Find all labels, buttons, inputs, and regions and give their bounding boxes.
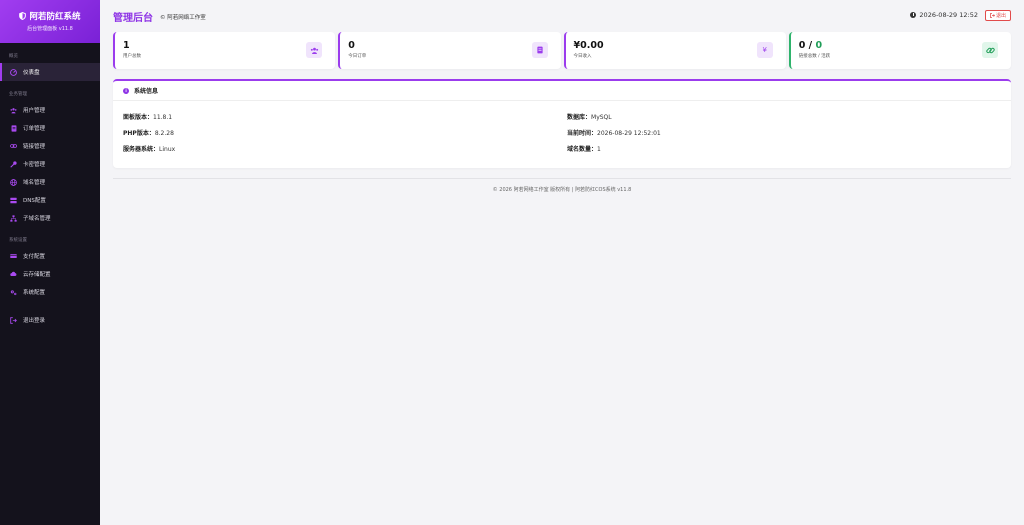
- sidebar-item-subdomains[interactable]: 子域名管理: [0, 209, 100, 227]
- cogs-icon: [10, 289, 17, 296]
- sidebar-item-dns[interactable]: DNS配置: [0, 191, 100, 209]
- page-title: 管理后台: [113, 12, 153, 24]
- users-icon: [10, 107, 17, 114]
- footer: © 2026 阿若网络工作室 版权所有 | 阿若防红COS系统 v11.8: [492, 187, 632, 193]
- receipt-icon: [531, 42, 548, 58]
- logout-label: 退出: [995, 13, 1006, 19]
- sign-out-icon: [990, 13, 995, 18]
- stat-label: 今日订单: [348, 54, 367, 59]
- sidebar-item-label: 订单管理: [23, 126, 46, 132]
- sidebar-item-label: 域名管理: [23, 180, 46, 186]
- header-copyright: © 阿若网络工作室: [160, 15, 206, 21]
- server-icon: [10, 197, 17, 204]
- sidebar-item-label: 卡密管理: [23, 162, 46, 168]
- stat-card-orders: 0 今日订单: [338, 32, 561, 69]
- panel-title: 系统信息: [134, 88, 159, 95]
- users-icon: [306, 42, 323, 58]
- clock-icon: [910, 12, 917, 18]
- system-info-panel: i 系统信息 面板版本：11.8.1 PHP版本：8.2.28 服务器系统：Li…: [113, 79, 1011, 168]
- stat-card-income: ¥0.00 今日收入 ¥: [563, 32, 786, 69]
- panel-header: i 系统信息: [113, 81, 1011, 101]
- info-panel-version: 面板版本：11.8.1: [123, 114, 173, 121]
- yen-icon: ¥: [756, 42, 773, 58]
- sidebar-item-label: 退出登录: [23, 318, 46, 324]
- sidebar-item-label: DNS配置: [23, 198, 46, 204]
- sidebar-item-label: 仪表盘: [23, 70, 40, 76]
- sitemap-icon: [10, 214, 17, 222]
- sidebar-item-system-config[interactable]: 系统配置: [0, 283, 100, 301]
- stat-label: 用户总数: [123, 54, 141, 59]
- info-icon: i: [123, 87, 129, 94]
- sidebar-item-orders[interactable]: 订单管理: [0, 119, 100, 137]
- brand-subtitle: 后台管理面板 v11.8: [27, 26, 73, 32]
- sidebar-item-label: 用户管理: [23, 108, 46, 114]
- dashboard-icon: [10, 68, 17, 76]
- orders-icon: [10, 124, 17, 132]
- sidebar-item-links[interactable]: 链接管理: [0, 137, 100, 155]
- sidebar-item-label: 支付配置: [23, 254, 46, 260]
- stat-value: 1: [123, 40, 130, 51]
- link-icon: [10, 143, 17, 150]
- sidebar-item-label: 链接管理: [23, 144, 46, 150]
- payment-icon: [10, 253, 17, 260]
- sidebar-item-domains[interactable]: 域名管理: [0, 173, 100, 191]
- sidebar-item-dashboard[interactable]: 仪表盘: [0, 63, 100, 81]
- info-php-version: PHP版本：8.2.28: [123, 130, 174, 137]
- info-current-time: 当前时间：2026-08-29 12:52:01: [567, 130, 661, 137]
- info-domain-count: 域名数量：1: [567, 146, 601, 153]
- logout-button[interactable]: 退出: [985, 10, 1011, 21]
- stat-card-users: 1 用户总数: [113, 32, 336, 69]
- brand-header: 阿若防红系统 后台管理面板 v11.8: [0, 0, 100, 43]
- sidebar: 阿若防红系统 后台管理面板 v11.8 概览 仪表盘 业务管理 用户管理 订单管…: [0, 0, 100, 525]
- nav-section-overview: 概览: [9, 54, 18, 59]
- sidebar-item-logout[interactable]: 退出登录: [0, 311, 100, 329]
- sidebar-item-label: 子域名管理: [23, 216, 51, 222]
- footer-divider: [113, 178, 1011, 179]
- sidebar-item-users[interactable]: 用户管理: [0, 101, 100, 119]
- globe-icon: [10, 178, 17, 186]
- stat-card-links: 0 / 0 链接总数 / 活跃: [788, 32, 1011, 69]
- stat-label: 链接总数 / 活跃: [798, 54, 831, 59]
- nav-section-settings: 系统设置: [9, 238, 27, 243]
- key-icon: [10, 160, 17, 168]
- stat-label: 今日收入: [573, 54, 592, 59]
- sidebar-item-cloud-storage[interactable]: 云存储配置: [0, 265, 100, 283]
- stat-value: 0 / 0: [798, 40, 823, 51]
- sign-out-icon: [10, 316, 17, 324]
- brand-title: 阿若防红系统: [29, 12, 81, 22]
- stat-value: ¥0.00: [573, 40, 604, 51]
- sidebar-item-cards[interactable]: 卡密管理: [0, 155, 100, 173]
- sidebar-item-label: 系统配置: [23, 290, 46, 296]
- topbar: 管理后台 © 阿若网络工作室 2026-08-29 12:52 退出: [100, 0, 1024, 32]
- sidebar-item-payment[interactable]: 支付配置: [0, 247, 100, 265]
- clock: 2026-08-29 12:52: [910, 11, 978, 19]
- shield-icon: [19, 12, 27, 20]
- current-datetime: 2026-08-29 12:52: [919, 11, 978, 19]
- info-database: 数据库：MySQL: [567, 114, 612, 121]
- info-server-os: 服务器系统：Linux: [123, 146, 176, 153]
- sidebar-item-label: 云存储配置: [23, 272, 51, 278]
- nav-section-business: 业务管理: [9, 92, 27, 97]
- cloud-icon: [10, 271, 17, 278]
- link-icon: [982, 42, 998, 58]
- stats-row: 1 用户总数 0 今日订单 ¥0.00 今日收入 ¥ 0 / 0 链接总数 / …: [113, 32, 1011, 69]
- stat-value: 0: [348, 40, 355, 51]
